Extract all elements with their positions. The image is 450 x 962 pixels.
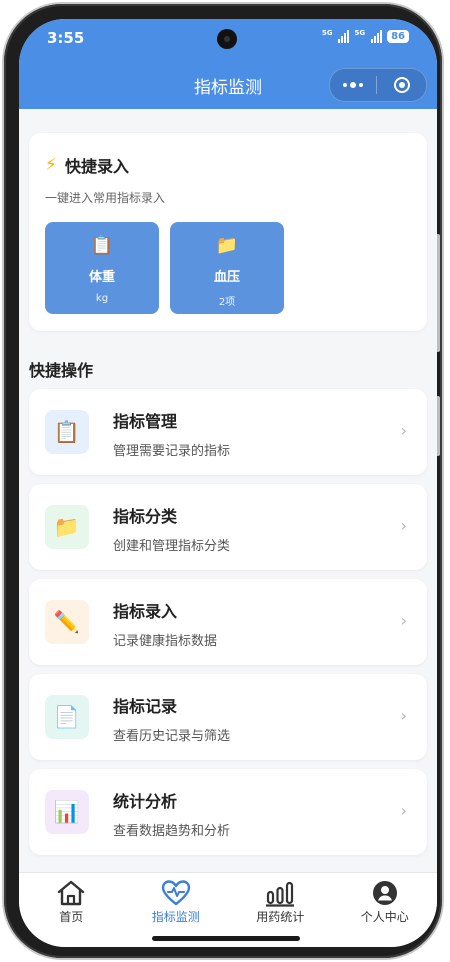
chevron-right-icon: › <box>400 801 407 820</box>
tile-unit: 2项 <box>218 297 236 308</box>
menu-item-indicator-records[interactable]: 📄 指标记录 查看历史记录与筛选 › <box>29 674 427 760</box>
status-time: 3:55 <box>47 29 85 47</box>
quick-tile-weight[interactable]: 📋 体重 kg <box>45 222 159 314</box>
tab-label: 用药统计 <box>256 910 305 924</box>
tab-home[interactable]: 首页 <box>19 873 124 947</box>
menu-item-title: 统计分析 <box>113 792 178 811</box>
quick-entry-title: 快捷录入 <box>64 157 129 176</box>
signal-icon <box>371 29 383 43</box>
clipboard-icon: 📋 <box>45 410 89 454</box>
front-camera <box>217 29 237 49</box>
menu-item-indicator-management[interactable]: 📋 指标管理 管理需要记录的指标 › <box>29 389 427 475</box>
network-label-1: 5G <box>321 29 333 37</box>
menu-item-indicator-category[interactable]: 📁 指标分类 创建和管理指标分类 › <box>29 484 427 570</box>
quick-tile-blood-pressure[interactable]: 📁 血压 2项 <box>170 222 284 314</box>
chevron-right-icon: › <box>400 611 407 630</box>
pencil-icon: ✏️ <box>45 600 89 644</box>
menu-item-title: 指标录入 <box>113 602 178 621</box>
lightning-icon: ⚡ <box>45 155 57 175</box>
menu-item-desc: 记录健康指标数据 <box>113 634 218 649</box>
folder-icon: 📁 <box>45 505 89 549</box>
signal-icon <box>338 29 350 43</box>
quick-ops-title: 快捷操作 <box>29 361 94 380</box>
menu-item-title: 指标管理 <box>113 412 178 431</box>
battery-icon: 86 <box>387 29 409 43</box>
phone-frame: 3:55 5G 5G 86 指标监测 ⚡ 快捷录入 一键进入常用指标录入 📋 体… <box>4 4 442 958</box>
menu-item-desc: 查看历史记录与筛选 <box>113 729 231 744</box>
close-target-icon[interactable] <box>377 77 426 93</box>
tab-label: 首页 <box>59 910 84 924</box>
status-indicators: 5G 5G 86 <box>322 29 409 43</box>
tile-name: 血压 <box>213 270 240 285</box>
menu-item-desc: 管理需要记录的指标 <box>113 444 231 459</box>
tile-unit: kg <box>95 293 109 304</box>
clipboard-icon: 📋 <box>90 235 114 256</box>
home-indicator[interactable] <box>152 936 300 941</box>
chevron-right-icon: › <box>400 421 407 440</box>
chevron-right-icon: › <box>400 706 407 725</box>
menu-item-title: 指标分类 <box>113 507 178 526</box>
document-icon: 📄 <box>45 695 89 739</box>
menu-item-title: 指标记录 <box>113 697 178 716</box>
menu-item-desc: 查看数据趋势和分析 <box>113 824 231 839</box>
tab-label: 指标监测 <box>151 910 200 924</box>
tab-label: 个人中心 <box>360 910 409 924</box>
menu-item-desc: 创建和管理指标分类 <box>113 539 231 554</box>
tab-personal-center[interactable]: 个人中心 <box>333 873 438 947</box>
quick-entry-header: ⚡ 快捷录入 <box>45 153 129 177</box>
menu-item-statistics[interactable]: 📊 统计分析 查看数据趋势和分析 › <box>29 769 427 855</box>
user-icon <box>370 879 400 907</box>
bar-stats-icon <box>265 879 295 907</box>
mini-program-capsule <box>329 68 427 102</box>
home-icon <box>56 879 86 907</box>
app-header: 3:55 5G 5G 86 指标监测 <box>19 19 437 109</box>
chevron-right-icon: › <box>400 516 407 535</box>
more-dots-icon[interactable] <box>330 82 376 88</box>
screen: 3:55 5G 5G 86 指标监测 ⚡ 快捷录入 一键进入常用指标录入 📋 体… <box>19 19 437 947</box>
quick-entry-subtitle: 一键进入常用指标录入 <box>45 191 166 205</box>
bar-chart-icon: 📊 <box>45 790 89 834</box>
folder-icon: 📁 <box>215 235 239 256</box>
menu-item-indicator-entry[interactable]: ✏️ 指标录入 记录健康指标数据 › <box>29 579 427 665</box>
quick-entry-card: ⚡ 快捷录入 一键进入常用指标录入 📋 体重 kg 📁 血压 2项 <box>29 133 427 331</box>
network-label-2: 5G <box>354 29 366 37</box>
tile-name: 体重 <box>88 270 115 285</box>
heart-pulse-icon <box>161 879 191 907</box>
